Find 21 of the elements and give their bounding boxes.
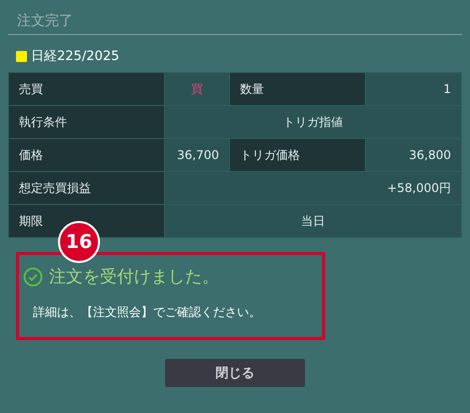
label-cell: 執行条件 — [8, 106, 164, 138]
instrument-name: 日経225/2025 — [31, 48, 120, 65]
success-message: 注文を受付けました。 — [49, 266, 219, 288]
table-cell: 36,700 — [164, 138, 230, 172]
label-cell: 売買 — [8, 72, 164, 106]
number-badge: 16 — [58, 221, 100, 263]
label-cell: 価格 — [8, 138, 164, 172]
label-cell: 想定売買損益 — [8, 172, 164, 204]
table-cell: 36,800 — [366, 138, 462, 172]
table-cell: 当日 — [164, 204, 462, 238]
label-cell: 数量 — [230, 72, 366, 106]
square-icon — [16, 50, 27, 62]
check-circle-icon — [23, 266, 43, 286]
label-cell: トリガ価格 — [230, 138, 366, 172]
dialog-title: 注文完了 — [16, 12, 74, 31]
table-cell: +58,000円 — [164, 172, 462, 204]
table-cell: 買 — [164, 72, 230, 106]
table-cell: 1 — [366, 72, 462, 106]
close-button[interactable]: 閉じる — [165, 359, 305, 387]
table-cell: トリガ指値 — [164, 106, 462, 138]
detail-text: 詳細は、【注文照会】でご確認ください。 — [32, 304, 262, 321]
